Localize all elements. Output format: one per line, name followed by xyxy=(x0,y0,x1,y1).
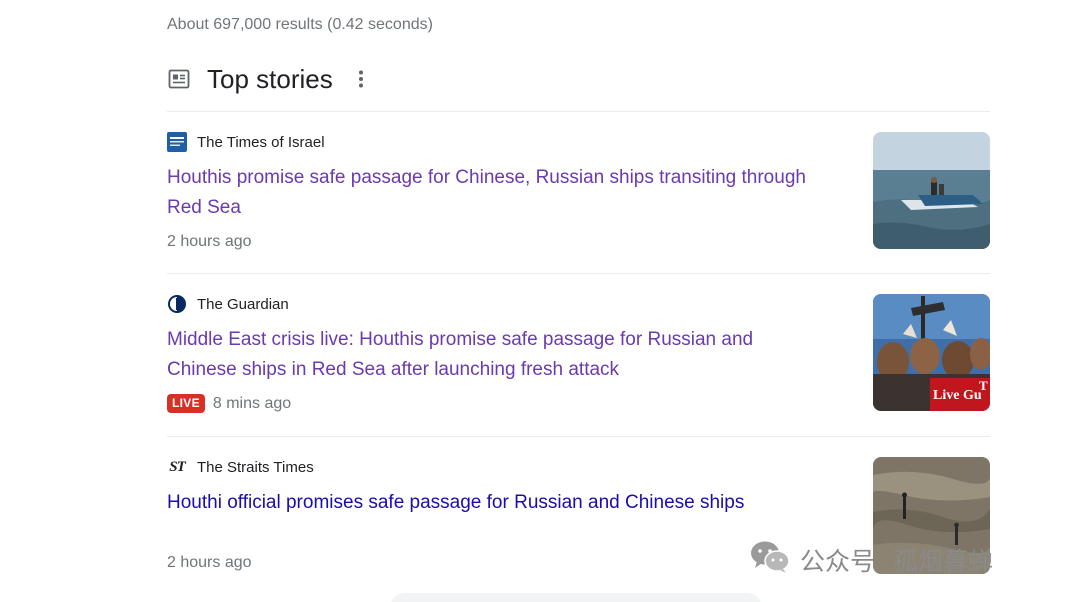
story-card: The Guardian Middle East crisis live: Ho… xyxy=(167,294,990,414)
more-news-button[interactable] xyxy=(390,593,762,602)
story-source: ST The Straits Times xyxy=(167,457,314,477)
source-name: The Times of Israel xyxy=(197,133,325,151)
headline-line: Red Sea xyxy=(167,197,241,218)
top-stories-title: Top stories xyxy=(207,64,333,94)
story-source: The Guardian xyxy=(167,294,289,314)
story-meta: LIVE 8 mins ago xyxy=(167,394,291,413)
live-badge: LIVE xyxy=(167,394,205,413)
source-name: The Guardian xyxy=(197,295,289,313)
thumb-overlay-corner: T xyxy=(979,378,988,393)
newspaper-icon xyxy=(167,67,191,91)
top-stories-header: Top stories xyxy=(167,60,373,98)
thumb-overlay-text: Live Gu xyxy=(933,388,982,403)
straits-times-logo: ST xyxy=(169,458,186,475)
more-vert-icon[interactable] xyxy=(349,67,373,91)
story-meta: 2 hours ago xyxy=(167,233,252,251)
story-time: 2 hours ago xyxy=(167,554,252,571)
story-time: 2 hours ago xyxy=(167,233,252,250)
story-source: The Times of Israel xyxy=(167,132,325,152)
story-headline-link[interactable]: Houthis promise safe passage for Chinese… xyxy=(167,163,857,223)
wechat-icon xyxy=(750,540,790,581)
story-meta: 2 hours ago xyxy=(167,554,252,572)
story-thumbnail[interactable]: Live Gu T xyxy=(873,294,990,411)
story-time: 8 mins ago xyxy=(212,394,292,412)
headline-line: Houthis promise safe passage for Chinese… xyxy=(167,167,806,188)
headline-line: Chinese ships in Red Sea after launching… xyxy=(167,359,620,380)
divider xyxy=(167,111,990,112)
story-thumbnail[interactable] xyxy=(873,132,990,249)
headline-line: Houthi official promises safe passage fo… xyxy=(167,492,745,513)
wechat-watermark: 公众号 孤烟暮蝉 xyxy=(750,538,993,582)
guardian-logo xyxy=(167,294,187,314)
story-headline-link[interactable]: Houthi official promises safe passage fo… xyxy=(167,488,857,518)
watermark-name: 孤烟暮蝉 xyxy=(893,548,994,576)
watermark-label: 公众号 xyxy=(800,548,876,576)
divider xyxy=(167,273,990,274)
story-card: The Times of Israel Houthis promise safe… xyxy=(167,132,990,252)
source-name: The Straits Times xyxy=(197,458,314,476)
story-headline-link[interactable]: Middle East crisis live: Houthis promise… xyxy=(167,325,857,385)
search-results-page: About 697,000 results (0.42 seconds) Top… xyxy=(0,0,1080,602)
times-of-israel-logo xyxy=(167,132,187,152)
result-stats: About 697,000 results (0.42 seconds) xyxy=(167,16,433,33)
divider xyxy=(167,436,990,437)
headline-line: Middle East crisis live: Houthis promise… xyxy=(167,329,754,350)
